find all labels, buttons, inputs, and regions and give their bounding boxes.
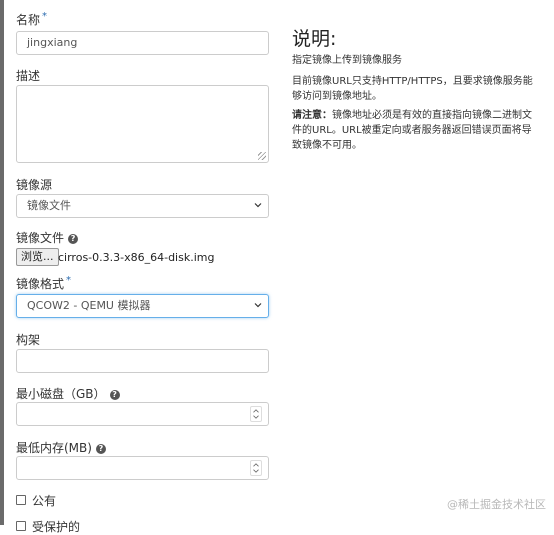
min-ram-input[interactable] xyxy=(16,456,269,480)
name-input[interactable]: jingxiang xyxy=(16,31,269,55)
image-format-label-text: 镜像格式 xyxy=(16,277,65,291)
question-circle-icon: ? xyxy=(109,389,120,400)
help-line-2: 目前镜像URL只支持HTTP/HTTPS，且要求镜像服务能够访问到镜像地址。 xyxy=(292,76,533,102)
image-file-label: 镜像文件? xyxy=(16,229,79,246)
browse-button[interactable]: 浏览... xyxy=(16,248,59,266)
selected-file-name: cirros-0.3.3-x86_64-disk.img xyxy=(58,251,215,264)
image-source-value: 镜像文件 xyxy=(27,199,71,212)
help-note: 请注意：镜像地址必须是有效的直接指向镜像二进制文件的URL。URL被重定向或者服… xyxy=(292,108,540,153)
watermark: @稀土掘金技术社区 xyxy=(447,498,546,511)
required-mark: * xyxy=(42,11,48,22)
protected-label: 受保护的 xyxy=(32,520,81,534)
note-label: 请注意： xyxy=(292,110,332,121)
description-label: 描述 xyxy=(16,69,41,83)
public-checkbox[interactable] xyxy=(16,495,26,505)
description-textarea[interactable] xyxy=(16,85,269,163)
architecture-input[interactable] xyxy=(16,349,269,373)
question-circle-icon: ? xyxy=(68,233,79,244)
help-line-1: 指定镜像上传到镜像服务 xyxy=(292,55,402,66)
image-format-value: QCOW2 - QEMU 模拟器 xyxy=(27,299,151,312)
min-disk-label-text: 最小磁盘（GB） xyxy=(16,387,106,401)
spinner-arrows-icon[interactable] xyxy=(250,406,262,422)
public-label: 公有 xyxy=(32,494,57,508)
image-format-select[interactable]: QCOW2 - QEMU 模拟器 xyxy=(16,294,269,318)
image-format-label: 镜像格式 * xyxy=(16,275,71,292)
name-input-value: jingxiang xyxy=(27,36,78,49)
name-label: 名称 * xyxy=(16,11,47,28)
architecture-label: 构架 xyxy=(16,333,41,347)
name-label-text: 名称 xyxy=(16,13,41,27)
required-mark: * xyxy=(66,275,72,286)
spinner-arrows-icon[interactable] xyxy=(250,460,262,476)
image-source-label: 镜像源 xyxy=(16,178,53,192)
min-ram-label-text: 最低内存(MB) xyxy=(16,441,92,455)
protected-checkbox[interactable] xyxy=(16,521,26,531)
help-title: 说明: xyxy=(292,28,337,50)
chevron-down-icon xyxy=(254,203,262,208)
min-ram-label: 最低内存(MB)? xyxy=(16,439,106,456)
window-left-edge xyxy=(0,0,4,525)
resize-handle-icon[interactable] xyxy=(258,152,266,160)
min-disk-label: 最小磁盘（GB）? xyxy=(16,385,120,402)
min-disk-input[interactable] xyxy=(16,402,269,426)
image-source-select[interactable]: 镜像文件 xyxy=(16,194,269,218)
chevron-down-icon xyxy=(254,303,262,308)
question-circle-icon: ? xyxy=(95,443,106,454)
image-file-label-text: 镜像文件 xyxy=(16,231,65,245)
